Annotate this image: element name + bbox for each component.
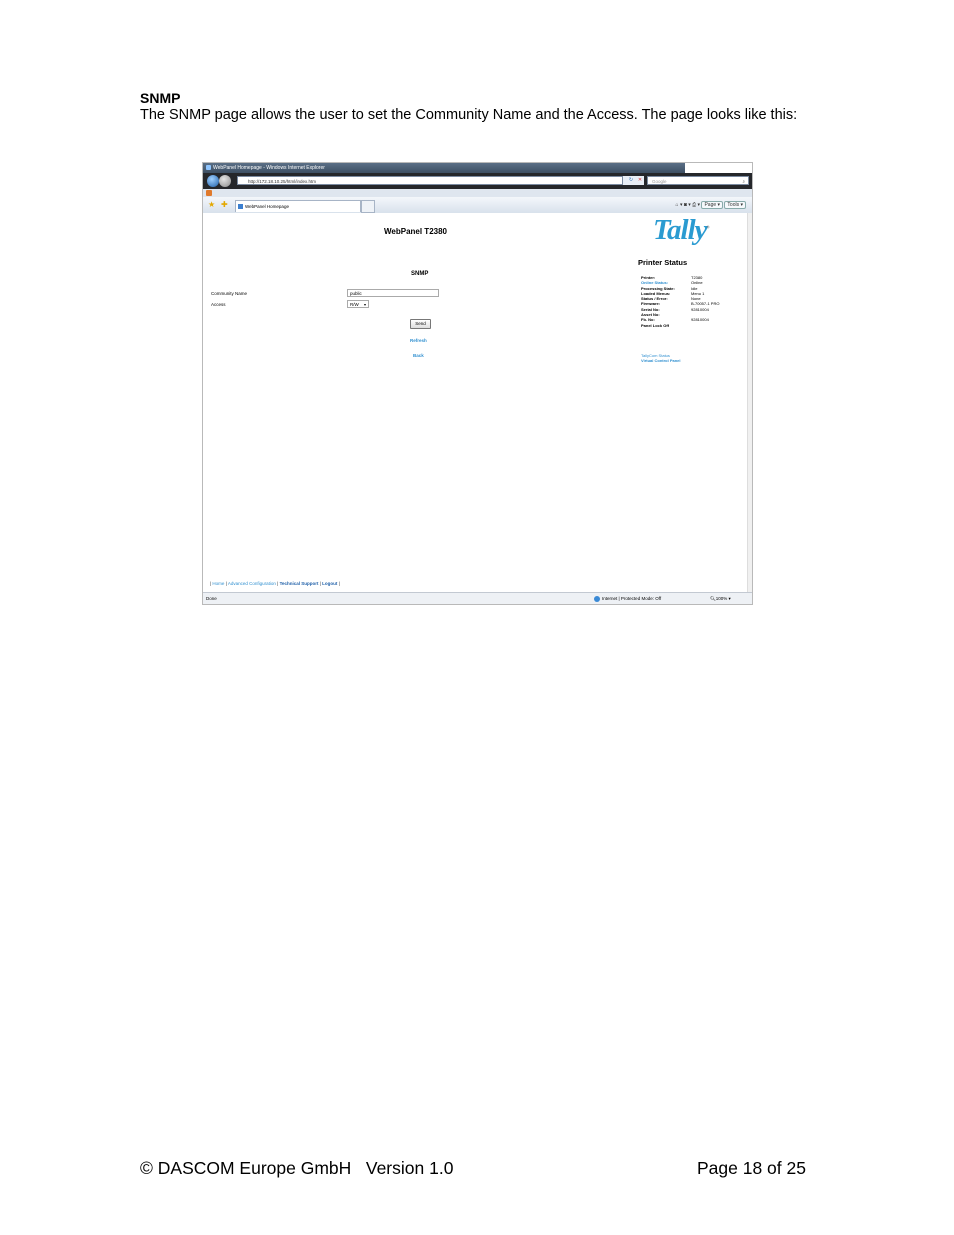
globe-icon bbox=[594, 595, 600, 602]
page-icon bbox=[238, 204, 243, 209]
tab-bar: ★ ✚ WebPanel Homepage ⌂ ▾ ◙ ▾ ⎙ ▾ Page ▾… bbox=[203, 197, 752, 214]
security-zone: Internet | Protected Mode: Off bbox=[594, 593, 661, 604]
add-favorites-icon[interactable]: ✚ bbox=[221, 200, 228, 209]
back-button-icon[interactable] bbox=[207, 175, 219, 187]
refresh-link[interactable]: Refresh bbox=[410, 338, 427, 343]
command-bar: ⌂ ▾ ◙ ▾ ⎙ ▾ Page ▾ Tools ▾ bbox=[676, 200, 746, 210]
logout-link[interactable]: Logout bbox=[322, 581, 337, 586]
snmp-title: SNMP bbox=[411, 271, 429, 277]
zoom-level[interactable]: 🔍︎100% ▾ bbox=[710, 593, 731, 604]
browser-screenshot: WebPanel Homepage - Windows Internet Exp… bbox=[202, 162, 753, 605]
page-menu-button[interactable]: Page ▾ bbox=[701, 201, 724, 209]
send-button[interactable]: Send bbox=[410, 319, 431, 329]
footer-nav: | Home | Advanced Configuration | Techni… bbox=[210, 581, 340, 586]
tab-label: WebPanel Homepage bbox=[245, 204, 289, 209]
community-name-input[interactable]: public bbox=[347, 289, 439, 297]
section-heading: SNMP bbox=[140, 90, 181, 106]
access-label: Access bbox=[211, 302, 226, 307]
tab-webpanel-homepage[interactable]: WebPanel Homepage bbox=[235, 200, 361, 212]
access-select[interactable]: R/W ▾ bbox=[347, 300, 369, 308]
home-icon[interactable]: ⌂ ▾ bbox=[676, 202, 683, 208]
new-tab-button[interactable] bbox=[361, 200, 375, 213]
feed-icon[interactable] bbox=[206, 190, 212, 196]
community-name-label: Community Name bbox=[211, 291, 248, 296]
page-content: WebPanel T2380 Tally® Printer Status Pri… bbox=[203, 213, 752, 604]
status-text: Done bbox=[206, 596, 217, 601]
favorites-star-icon[interactable]: ★ bbox=[208, 200, 215, 209]
virtual-control-panel-link[interactable]: Virtual Control Panel bbox=[641, 358, 681, 363]
status-row: Panel Lock Off bbox=[641, 322, 670, 328]
access-select-value: R/W bbox=[350, 302, 359, 307]
forward-button-icon[interactable] bbox=[219, 175, 231, 187]
webpanel-title: WebPanel T2380 bbox=[384, 227, 447, 236]
feeds-bar bbox=[203, 189, 752, 197]
chevron-down-icon: ▾ bbox=[363, 302, 366, 307]
feeds-icon[interactable]: ◙ ▾ bbox=[684, 202, 691, 208]
window-title: WebPanel Homepage - Windows Internet Exp… bbox=[213, 165, 325, 171]
advanced-configuration-link[interactable]: Advanced Configuration bbox=[228, 581, 276, 586]
status-bar: Done Internet | Protected Mode: Off 🔍︎10… bbox=[203, 592, 752, 604]
address-bar[interactable]: http://172.18.10.25/html/index.htm bbox=[237, 176, 623, 185]
intro-paragraph: The SNMP page allows the user to set the… bbox=[140, 107, 798, 123]
print-icon[interactable]: ⎙ ▾ bbox=[692, 202, 700, 208]
home-link[interactable]: Home bbox=[212, 581, 224, 586]
stop-icon[interactable]: ✕ bbox=[636, 176, 644, 185]
technical-support-link[interactable]: Technical Support bbox=[280, 581, 319, 586]
ie-app-icon bbox=[206, 165, 211, 170]
printer-status-title: Printer Status bbox=[638, 258, 688, 267]
search-input[interactable]: Google ⌕ bbox=[647, 176, 749, 185]
copyright-footer: © DASCOM Europe GmbH Version 1.0 bbox=[140, 1158, 454, 1178]
search-placeholder: Google bbox=[652, 179, 667, 184]
back-link[interactable]: Back bbox=[413, 353, 424, 358]
window-titlebar: WebPanel Homepage - Windows Internet Exp… bbox=[203, 163, 685, 173]
tools-menu-button[interactable]: Tools ▾ bbox=[724, 201, 746, 209]
vertical-scrollbar[interactable] bbox=[747, 213, 752, 592]
search-icon[interactable]: ⌕ bbox=[742, 177, 745, 186]
address-toolbar: http://172.18.10.25/html/index.htm ↻ ✕ G… bbox=[203, 173, 752, 189]
printer-status-table: Printer: T2380 Online Status: Online Proce… bbox=[641, 275, 741, 328]
tally-logo: Tally® bbox=[653, 214, 710, 246]
page-number: Page 18 of 25 bbox=[697, 1158, 806, 1178]
